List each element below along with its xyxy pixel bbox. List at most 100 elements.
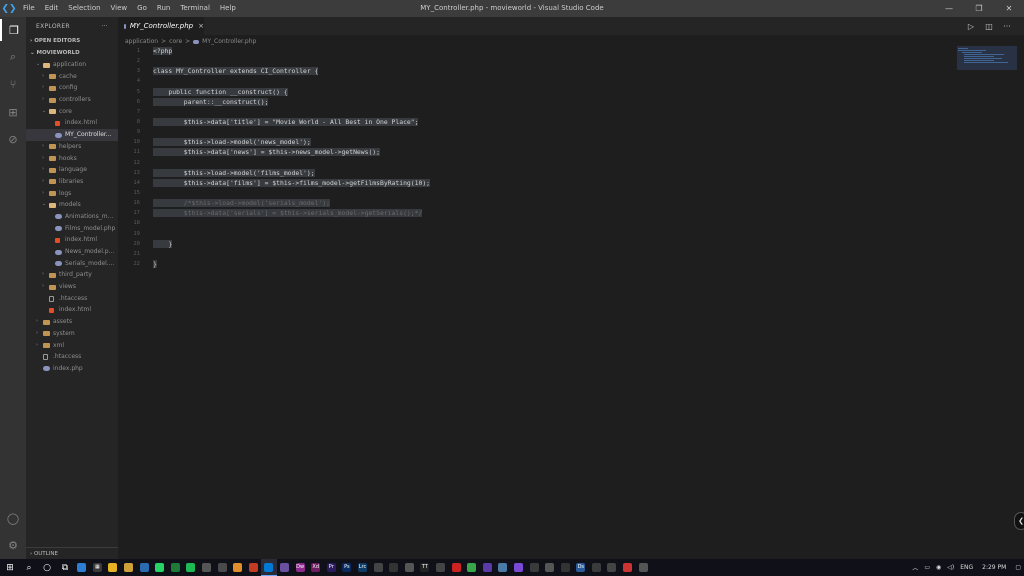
code-line[interactable]: $this->data['title'] = "Movie World - Al… <box>153 117 430 127</box>
menu-file[interactable]: File <box>18 0 40 17</box>
taskbar-app-icon[interactable]: Ps <box>339 559 355 576</box>
start-windows-icon[interactable]: ⊞ <box>0 559 20 576</box>
code-editor[interactable]: 1 2 3 4 5 6 7 8 9 10 11 12 13 14 15 16 17 18 19 20 21 22 <?ph… <box>118 46 954 546</box>
settings-gear-icon[interactable]: ⚙ <box>0 534 26 556</box>
taskbar-app-icon[interactable] <box>246 559 262 576</box>
tree-item[interactable]: › views <box>26 281 118 293</box>
tree-item[interactable]: .htaccess <box>26 293 118 305</box>
taskbar-app-icon[interactable] <box>277 559 293 576</box>
tree-item[interactable]: index.html <box>26 117 118 129</box>
tree-item[interactable]: Serials_model.... <box>26 258 118 270</box>
taskbar-app-icon[interactable] <box>604 559 620 576</box>
tree-item[interactable]: › cache <box>26 71 118 83</box>
tree-item[interactable]: index.html <box>26 304 118 316</box>
taskbar-app-icon[interactable]: ▦ <box>90 559 106 576</box>
menu-help[interactable]: Help <box>215 0 241 17</box>
code-line[interactable] <box>153 76 430 86</box>
code-line[interactable]: <?php <box>153 46 430 56</box>
tree-item[interactable]: › language <box>26 164 118 176</box>
taskbar-app-icon[interactable]: TT <box>417 559 433 576</box>
code-line[interactable]: $this->load->model('films_model'); <box>153 168 430 178</box>
tray-icon[interactable]: ▭ <box>921 564 933 571</box>
taskbar-app-icon[interactable] <box>620 559 636 576</box>
clock[interactable]: 2:29 PM <box>976 564 1012 571</box>
tree-item[interactable]: .htaccess <box>26 351 118 363</box>
taskbar-app-icon[interactable] <box>121 559 137 576</box>
taskbar-app-icon[interactable] <box>495 559 511 576</box>
taskbar-app-icon[interactable] <box>370 559 386 576</box>
taskbar-app-icon[interactable] <box>105 559 121 576</box>
tree-item[interactable]: › helpers <box>26 141 118 153</box>
code-line[interactable]: $this->data['news'] = $this->news_model-… <box>153 147 430 157</box>
taskbar-app-icon[interactable] <box>635 559 651 576</box>
more-actions-icon[interactable]: ··· <box>101 23 108 30</box>
tree-item[interactable]: ⌄ application <box>26 59 118 71</box>
code-line[interactable] <box>153 158 430 168</box>
code-line[interactable] <box>153 56 430 66</box>
taskbar-app-icon[interactable] <box>261 559 277 576</box>
code-line[interactable] <box>153 107 430 117</box>
explorer-icon[interactable]: ❐ <box>0 19 26 41</box>
tree-item[interactable]: › controllers <box>26 94 118 106</box>
code-line[interactable] <box>153 188 430 198</box>
taskbar-app-icon[interactable] <box>183 559 199 576</box>
task-view-icon[interactable]: ⧉ <box>56 559 74 576</box>
tree-item[interactable]: ⌄ models <box>26 199 118 211</box>
tab-my-controller[interactable]: MY_Controller.php × <box>118 17 204 35</box>
run-icon[interactable]: ▷ <box>962 22 980 31</box>
taskbar-app-icon[interactable]: Pr <box>324 559 340 576</box>
language-icon[interactable]: ENG <box>957 564 976 571</box>
code-line[interactable]: /*$this->load->model('serials_model'); <box>153 198 430 208</box>
taskbar-app-icon[interactable] <box>401 559 417 576</box>
tree-item[interactable]: index.html <box>26 234 118 246</box>
taskbar-app-icon[interactable] <box>386 559 402 576</box>
code-line[interactable] <box>153 229 430 239</box>
extensions-icon[interactable]: ⊞ <box>0 101 26 123</box>
code-line[interactable]: } <box>153 259 430 269</box>
tree-item[interactable]: › config <box>26 82 118 94</box>
menu-go[interactable]: Go <box>132 0 152 17</box>
tree-item[interactable]: index.php <box>26 363 118 375</box>
open-editors-section[interactable]: › OPEN EDITORS <box>26 35 118 47</box>
split-editor-icon[interactable]: ◫ <box>980 22 998 31</box>
cortana-icon[interactable]: ○ <box>38 559 56 576</box>
tree-item[interactable]: › hooks <box>26 153 118 165</box>
close-icon[interactable]: ✕ <box>994 0 1024 17</box>
taskbar-app-icon[interactable]: Lrc <box>355 559 371 576</box>
taskbar-app-icon[interactable] <box>526 559 542 576</box>
tree-item[interactable]: › assets <box>26 316 118 328</box>
tab-close-icon[interactable]: × <box>198 22 204 30</box>
notifications-icon[interactable]: ▢ <box>1012 564 1024 571</box>
tree-item[interactable]: › xml <box>26 340 118 352</box>
menu-terminal[interactable]: Terminal <box>175 0 215 17</box>
more-actions-icon[interactable]: ··· <box>998 22 1016 31</box>
tree-item[interactable]: › third_party <box>26 269 118 281</box>
taskbar-app-icon[interactable] <box>557 559 573 576</box>
taskbar-app-icon[interactable] <box>433 559 449 576</box>
tree-item[interactable]: › libraries <box>26 176 118 188</box>
volume-icon[interactable]: ◁) <box>944 564 957 571</box>
taskbar-app-icon[interactable] <box>511 559 527 576</box>
menu-view[interactable]: View <box>106 0 133 17</box>
minimize-icon[interactable]: — <box>934 0 964 17</box>
tree-item[interactable]: News_model.p... <box>26 246 118 258</box>
code-line[interactable] <box>153 249 430 259</box>
taskbar-app-icon[interactable] <box>199 559 215 576</box>
tray-chevron-icon[interactable]: ︿ <box>909 563 921 572</box>
taskbar-app-icon[interactable] <box>589 559 605 576</box>
code-line[interactable] <box>153 218 430 228</box>
code-line[interactable]: public function __construct() { <box>153 87 430 97</box>
menu-edit[interactable]: Edit <box>40 0 64 17</box>
taskbar-app-icon[interactable]: Dw <box>292 559 308 576</box>
tree-item[interactable]: › logs <box>26 188 118 200</box>
tree-item[interactable]: MY_Controller... <box>26 129 118 141</box>
taskbar-app-icon[interactable]: Xd <box>308 559 324 576</box>
tree-item[interactable]: Films_model.php <box>26 223 118 235</box>
code-line[interactable]: } <box>153 239 430 249</box>
tree-item[interactable]: › system <box>26 328 118 340</box>
taskbar-app-icon[interactable] <box>74 559 90 576</box>
code-line[interactable]: $this->load->model('news_model'); <box>153 137 430 147</box>
taskbar-app-icon[interactable] <box>214 559 230 576</box>
code-line[interactable]: $this->data['films'] = $this->films_mode… <box>153 178 431 188</box>
source-control-icon[interactable]: ⑂ <box>0 73 26 95</box>
